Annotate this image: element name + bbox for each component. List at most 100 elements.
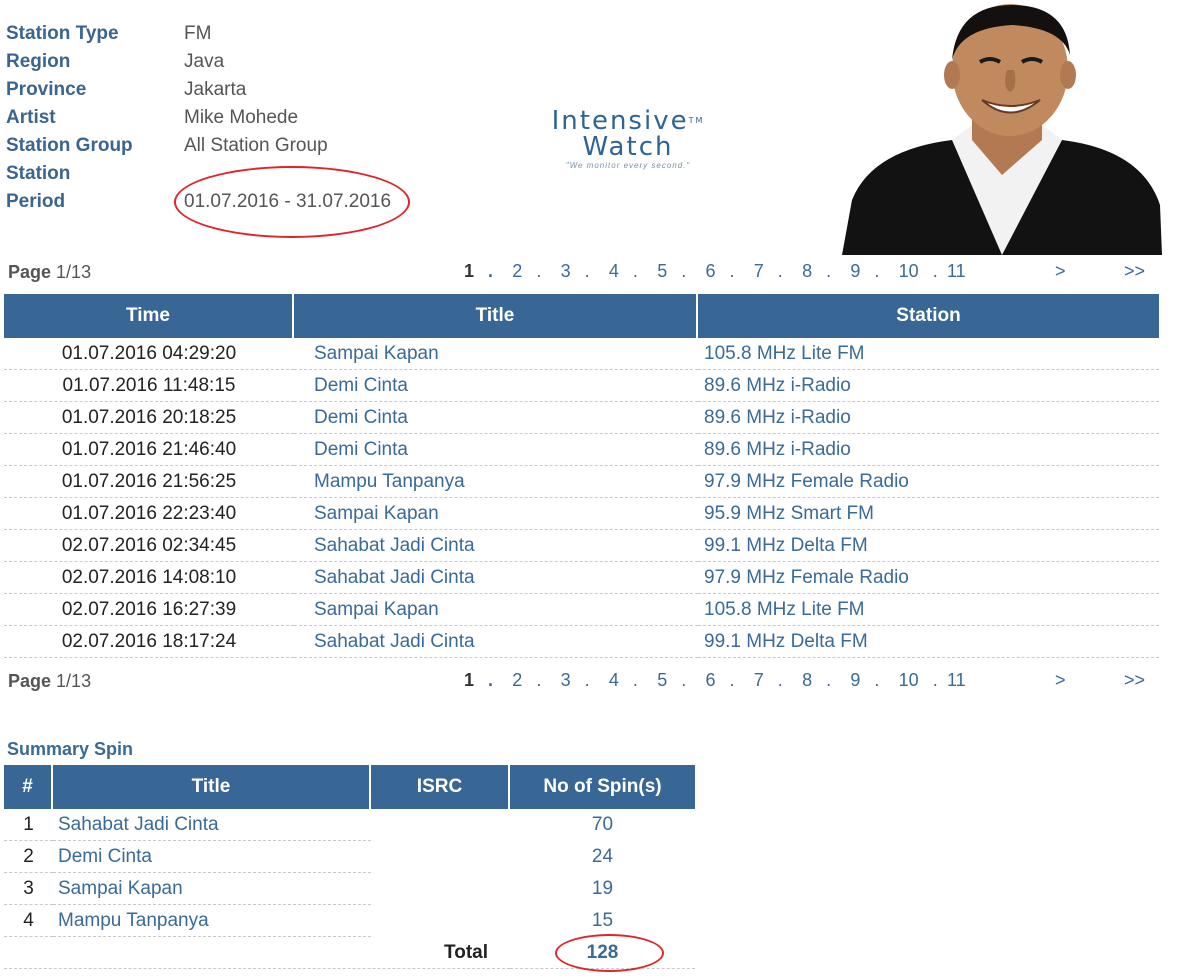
report-info: Station Type FM Region Java Province Jak… <box>6 20 391 216</box>
last-page-link[interactable]: >> <box>1124 670 1145 691</box>
info-row-station: Station <box>6 160 391 188</box>
cell-title-link[interactable]: Sahabat Jadi Cinta <box>294 626 698 658</box>
column-header-title[interactable]: Title <box>294 294 698 338</box>
summary-row: 2 Demi Cinta 24 <box>4 841 695 873</box>
page-link-7[interactable]: 7. <box>754 261 802 282</box>
page-number[interactable]: 3 <box>561 261 571 282</box>
page-current: 1/13 <box>56 262 92 282</box>
cell-station-link[interactable]: 89.6 MHz i-Radio <box>698 402 1159 434</box>
cell-station-link[interactable]: 97.9 MHz Female Radio <box>698 466 1159 498</box>
page-number[interactable]: 3 <box>561 670 571 691</box>
cell-station-link[interactable]: 89.6 MHz i-Radio <box>698 434 1159 466</box>
page-number[interactable]: 2 <box>512 670 522 691</box>
page-link-2[interactable]: 2. <box>512 670 560 691</box>
page-link-7[interactable]: 7. <box>754 670 802 691</box>
column-header-station[interactable]: Station <box>698 294 1159 338</box>
cell-station-link[interactable]: 105.8 MHz Lite FM <box>698 338 1159 370</box>
cell-station-link[interactable]: 99.1 MHz Delta FM <box>698 530 1159 562</box>
next-page-link[interactable]: > <box>1055 261 1066 282</box>
page-number[interactable]: 7 <box>754 670 764 691</box>
page-link-10[interactable]: 10. <box>899 670 947 691</box>
page-link-6[interactable]: 6. <box>705 670 753 691</box>
page-link-11[interactable]: 11 <box>947 261 995 282</box>
cell-title-link[interactable]: Demi Cinta <box>294 370 698 402</box>
page-link-5[interactable]: 5. <box>657 670 705 691</box>
page-number[interactable]: 11 <box>947 670 966 691</box>
page-link-3[interactable]: 3. <box>561 261 609 282</box>
page-number[interactable]: 2 <box>512 261 522 282</box>
intensive-watch-logo: IntensiveTM Watch "We monitor every seco… <box>538 108 718 170</box>
page-number[interactable]: 6 <box>705 670 715 691</box>
page-number[interactable]: 4 <box>609 261 619 282</box>
cell-title-link[interactable]: Sampai Kapan <box>294 594 698 626</box>
cell-title-link[interactable]: Demi Cinta <box>53 841 371 873</box>
cell-title-link[interactable]: Mampu Tanpanya <box>53 905 371 937</box>
info-label: Region <box>6 51 71 72</box>
logo-line2: Watch <box>582 132 674 162</box>
page-number[interactable]: 5 <box>657 670 667 691</box>
page-link-9[interactable]: 9. <box>850 261 898 282</box>
cell-title-link[interactable]: Sahabat Jadi Cinta <box>294 562 698 594</box>
page-number[interactable]: 8 <box>802 670 812 691</box>
page-number[interactable]: 4 <box>609 670 619 691</box>
page-link-9[interactable]: 9. <box>850 670 898 691</box>
cell-index: 1 <box>4 809 53 841</box>
page-link-4[interactable]: 4. <box>609 261 657 282</box>
page-number[interactable]: 8 <box>802 261 812 282</box>
cell-title-link[interactable]: Sampai Kapan <box>53 873 371 905</box>
cell-station-link[interactable]: 89.6 MHz i-Radio <box>698 370 1159 402</box>
page-number[interactable]: 11 <box>947 261 966 282</box>
cell-spins: 19 <box>591 878 614 899</box>
page-number[interactable]: 5 <box>657 261 667 282</box>
cell-time: 02.07.2016 02:34:45 <box>4 530 294 562</box>
page-number[interactable]: 7 <box>754 261 764 282</box>
info-label: Station Type <box>6 23 119 44</box>
page-number[interactable]: 10 <box>899 261 919 282</box>
page-link-6[interactable]: 6. <box>705 261 753 282</box>
page-current: 1/13 <box>56 671 92 691</box>
info-row-station-type: Station Type FM <box>6 20 391 48</box>
info-row-period: Period 01.07.2016 - 31.07.2016 <box>6 188 391 216</box>
page-link-8[interactable]: 8. <box>802 670 850 691</box>
page-number: 1 <box>464 670 475 690</box>
cell-title-link[interactable]: Sahabat Jadi Cinta <box>53 809 371 841</box>
page-label: Page <box>8 671 52 691</box>
table-row: 02.07.2016 02:34:45 Sahabat Jadi Cinta 99.… <box>4 530 1159 562</box>
cell-station-link[interactable]: 95.9 MHz Smart FM <box>698 498 1159 530</box>
page-number[interactable]: 9 <box>850 670 860 691</box>
page-link-5[interactable]: 5. <box>657 261 705 282</box>
page-label: Page <box>8 262 52 282</box>
column-header-time[interactable]: Time <box>4 294 294 338</box>
cell-title-link[interactable]: Sampai Kapan <box>294 498 698 530</box>
page-link-4[interactable]: 4. <box>609 670 657 691</box>
page-link-3[interactable]: 3. <box>561 670 609 691</box>
last-page-link[interactable]: >> <box>1124 261 1145 282</box>
page-number: 1 <box>464 261 475 281</box>
page-number[interactable]: 6 <box>705 261 715 282</box>
info-row-region: Region Java <box>6 48 391 76</box>
page-link-8[interactable]: 8. <box>802 261 850 282</box>
page-link-10[interactable]: 10. <box>899 261 947 282</box>
cell-title-link[interactable]: Mampu Tanpanya <box>294 466 698 498</box>
column-header-index: # <box>4 765 53 809</box>
cell-title-link[interactable]: Demi Cinta <box>294 434 698 466</box>
page-separator: . <box>632 261 638 281</box>
cell-title-link[interactable]: Sampai Kapan <box>294 338 698 370</box>
cell-title-link[interactable]: Demi Cinta <box>294 402 698 434</box>
page-link-11[interactable]: 11 <box>947 670 995 691</box>
cell-station-link[interactable]: 105.8 MHz Lite FM <box>698 594 1159 626</box>
info-row-artist: Artist Mike Mohede <box>6 104 391 132</box>
cell-station-link[interactable]: 99.1 MHz Delta FM <box>698 626 1159 658</box>
cell-isrc <box>371 873 510 905</box>
page-link-1: 1. <box>464 670 512 691</box>
next-page-link[interactable]: > <box>1055 670 1066 691</box>
page-number[interactable]: 9 <box>850 261 860 282</box>
info-label: Station <box>6 163 71 184</box>
page-link-2[interactable]: 2. <box>512 261 560 282</box>
cell-station-link[interactable]: 97.9 MHz Female Radio <box>698 562 1159 594</box>
info-value: Java <box>184 51 225 72</box>
page-separator: . <box>932 261 938 281</box>
cell-title-link[interactable]: Sahabat Jadi Cinta <box>294 530 698 562</box>
page-number[interactable]: 10 <box>899 670 919 691</box>
page-separator: . <box>777 261 783 281</box>
